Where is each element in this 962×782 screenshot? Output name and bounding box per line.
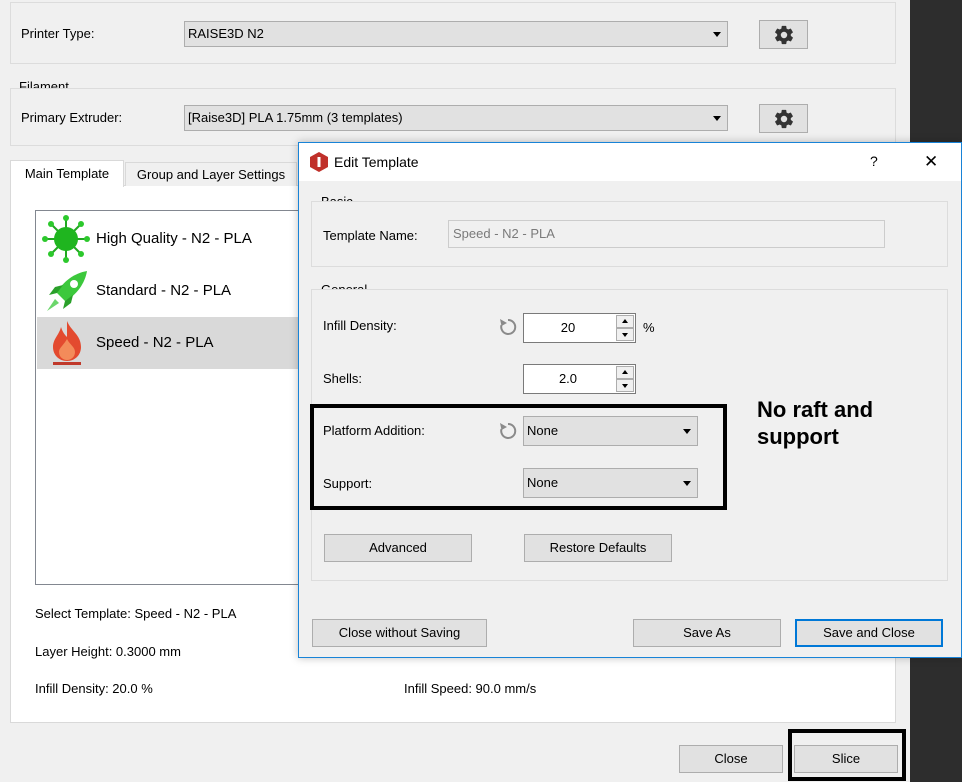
tab-main-template[interactable]: Main Template	[10, 160, 124, 187]
tab-label: Group and Layer Settings	[136, 167, 286, 182]
list-item[interactable]: High Quality - N2 - PLA	[37, 213, 307, 265]
template-name-label: Template Name:	[323, 228, 418, 243]
template-name-field[interactable]: Speed - N2 - PLA	[448, 220, 885, 248]
spin-down-button[interactable]	[616, 328, 634, 341]
primary-extruder-select[interactable]: [Raise3D] PLA 1.75mm (3 templates)	[184, 105, 728, 131]
virus-icon	[42, 215, 90, 263]
template-name: Speed - N2 - PLA	[96, 334, 214, 351]
chevron-down-icon	[622, 333, 628, 337]
reset-icon[interactable]	[498, 317, 518, 337]
shells-value: 2.0	[558, 371, 578, 386]
shells-label: Shells:	[323, 371, 363, 386]
slice-highlight-box	[788, 729, 906, 781]
restore-defaults-button-label: Restore Defaults	[549, 540, 647, 555]
close-button-label: Close	[714, 751, 748, 766]
app-logo-icon	[310, 152, 328, 172]
infill-density-info: Infill Density: 20.0 %	[35, 681, 153, 696]
infill-density-spinbox[interactable]: 20	[523, 313, 636, 343]
printer-settings-button[interactable]	[759, 20, 808, 49]
chevron-up-icon	[622, 319, 628, 323]
template-name-value: Speed - N2 - PLA	[453, 226, 555, 241]
infill-density-label: Infill Density:	[323, 318, 397, 333]
tab-label: Main Template	[24, 166, 110, 181]
spin-down-button[interactable]	[616, 379, 634, 392]
platform-support-highlight-box	[310, 404, 727, 510]
selected-template-info: Select Template: Speed - N2 - PLA	[35, 606, 237, 621]
template-name: Standard - N2 - PLA	[96, 282, 232, 299]
edit-template-dialog: Edit Template ? ✕ Basic Template Name: S…	[298, 142, 962, 658]
close-icon[interactable]: ✕	[924, 152, 938, 172]
save-as-button[interactable]: Save As	[633, 619, 781, 647]
gear-icon	[774, 25, 793, 44]
close-without-saving-label: Close without Saving	[338, 625, 461, 640]
spin-up-button[interactable]	[616, 366, 634, 379]
printer-type-select[interactable]: RAISE3D N2	[184, 21, 728, 47]
chevron-down-icon	[713, 32, 721, 37]
annotation-text: No raft and support	[757, 397, 874, 449]
save-and-close-label: Save and Close	[823, 625, 915, 640]
tab-group-and-layer-settings[interactable]: Group and Layer Settings	[125, 162, 297, 186]
infill-density-unit: %	[643, 320, 655, 335]
list-item-selected[interactable]: Speed - N2 - PLA	[37, 317, 307, 369]
chevron-down-icon	[713, 116, 721, 121]
save-and-close-button[interactable]: Save and Close	[795, 619, 943, 647]
close-without-saving-button[interactable]: Close without Saving	[312, 619, 487, 647]
flame-icon	[53, 321, 81, 365]
advanced-button[interactable]: Advanced	[324, 534, 472, 562]
infill-speed-info: Infill Speed: 90.0 mm/s	[404, 681, 537, 696]
chevron-up-icon	[622, 370, 628, 374]
gear-icon	[774, 109, 793, 128]
shells-spinbox[interactable]: 2.0	[523, 364, 636, 394]
dialog-titlebar: Edit Template ? ✕	[299, 143, 961, 181]
primary-extruder-label: Primary Extruder:	[21, 110, 123, 125]
help-button[interactable]: ?	[870, 153, 878, 169]
advanced-button-label: Advanced	[369, 540, 427, 555]
chevron-down-icon	[622, 384, 628, 388]
printer-type-value: RAISE3D N2	[188, 26, 264, 41]
printer-type-label: Printer Type:	[21, 26, 95, 41]
filament-settings-button[interactable]	[759, 104, 808, 133]
primary-extruder-value: [Raise3D] PLA 1.75mm (3 templates)	[188, 110, 403, 125]
close-button[interactable]: Close	[679, 745, 783, 773]
spin-up-button[interactable]	[616, 315, 634, 328]
rocket-icon	[47, 271, 87, 311]
infill-density-value: 20	[560, 320, 576, 335]
layer-height-info: Layer Height: 0.3000 mm	[35, 644, 181, 659]
dialog-title: Edit Template	[334, 154, 419, 170]
template-name: High Quality - N2 - PLA	[96, 230, 252, 247]
restore-defaults-button[interactable]: Restore Defaults	[524, 534, 672, 562]
list-item[interactable]: Standard - N2 - PLA	[37, 265, 307, 317]
save-as-label: Save As	[683, 625, 731, 640]
